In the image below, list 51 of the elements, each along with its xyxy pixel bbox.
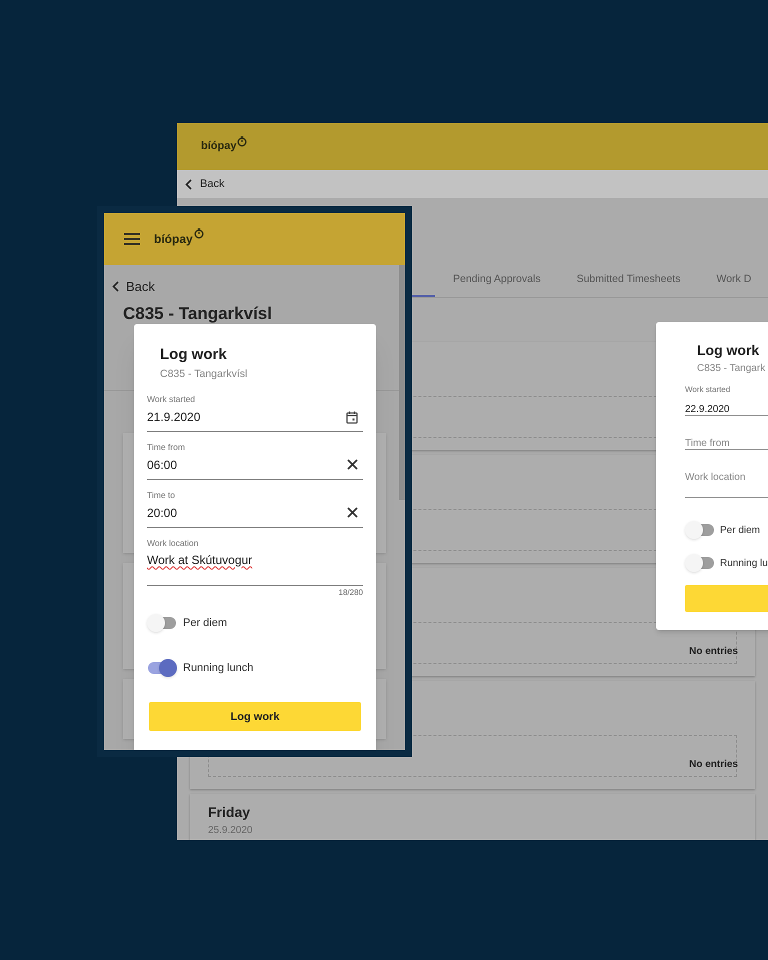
empty-note: No entries bbox=[689, 645, 738, 659]
clear-icon[interactable] bbox=[347, 506, 358, 518]
input-field[interactable]: 21.9.2020 bbox=[147, 406, 363, 432]
chevron-left-icon bbox=[185, 178, 192, 190]
stopwatch-icon bbox=[237, 136, 248, 148]
field-value: 20:00 bbox=[147, 504, 178, 522]
toggle-label: Per diem bbox=[183, 616, 228, 631]
field-label: Work started bbox=[685, 384, 732, 396]
calendar-icon[interactable] bbox=[346, 411, 358, 424]
input-field[interactable]: Work at Skútuvogur bbox=[147, 549, 363, 586]
dialog-subtitle: C835 - Tangark bbox=[696, 362, 766, 376]
logo-text: bíópay bbox=[154, 231, 193, 248]
input-field[interactable]: 20:00 bbox=[147, 502, 363, 528]
scrollbar[interactable] bbox=[399, 265, 405, 500]
field-value: 22.9.2020 bbox=[685, 404, 730, 415]
toggle-label: Running lu bbox=[720, 556, 768, 570]
field-label: Work started bbox=[147, 393, 196, 406]
toggle-switch[interactable] bbox=[147, 658, 177, 678]
logo-text: bíópay bbox=[201, 139, 236, 154]
field-label: Work location bbox=[147, 536, 200, 550]
field-placeholder: Work location bbox=[685, 472, 746, 483]
day-title: Friday bbox=[208, 803, 252, 822]
dialog-subtitle: C835 - Tangarkvísl bbox=[159, 366, 248, 382]
stopwatch-icon bbox=[194, 228, 204, 239]
toggle-switch[interactable] bbox=[147, 613, 177, 634]
back-link[interactable]: Back bbox=[112, 277, 155, 296]
toggle-label: Per diem bbox=[720, 524, 760, 538]
day-date: 25.9.2020 bbox=[208, 824, 254, 838]
log-work-button[interactable]: Log work bbox=[149, 702, 361, 732]
dialog-title: Log work bbox=[696, 341, 760, 360]
field-label: Time to bbox=[147, 488, 176, 502]
input-field[interactable]: 22.9.2020 bbox=[685, 396, 768, 416]
field-label: Time from bbox=[147, 441, 186, 454]
chevron-left-icon bbox=[112, 281, 119, 292]
menu-icon[interactable] bbox=[124, 233, 140, 245]
clear-icon[interactable] bbox=[347, 458, 358, 470]
toggle-switch[interactable] bbox=[685, 553, 715, 573]
input-field[interactable]: Work location bbox=[685, 458, 768, 498]
dialog-title: Log work bbox=[159, 345, 228, 365]
field-value: 21.9.2020 bbox=[147, 409, 200, 426]
page-title: C835 - Tangarkvísl bbox=[123, 302, 273, 325]
field-value: Work at Skútuvogur bbox=[147, 552, 252, 570]
toggle-switch[interactable] bbox=[685, 520, 715, 540]
input-field[interactable]: 06:00 bbox=[147, 454, 363, 480]
back-link[interactable]: Back bbox=[185, 176, 224, 192]
field-value: 06:00 bbox=[147, 456, 178, 474]
field-placeholder: Time from bbox=[685, 438, 730, 449]
character-counter: 18/280 bbox=[338, 587, 363, 600]
input-field[interactable]: Time from bbox=[685, 424, 768, 450]
toggle-label: Running lunch bbox=[183, 661, 254, 676]
empty-note: No entries bbox=[689, 758, 738, 772]
